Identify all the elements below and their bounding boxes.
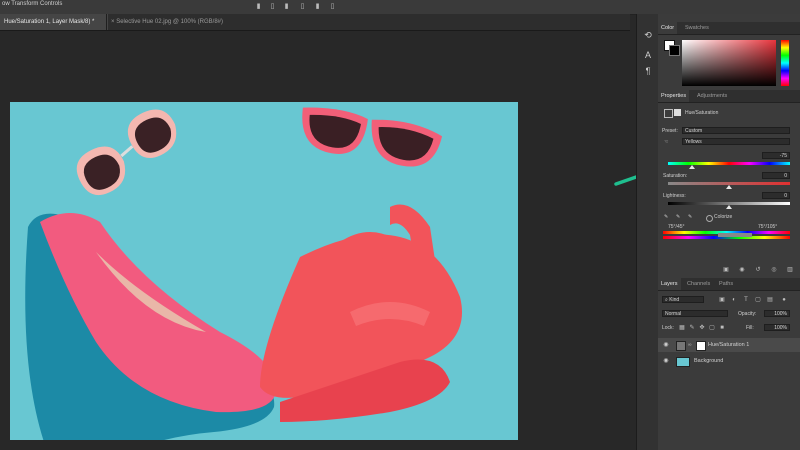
tool-strip: ⟲ A ¶ bbox=[636, 14, 660, 450]
lightness-value[interactable]: 0 bbox=[762, 192, 790, 199]
mask-icon[interactable] bbox=[674, 109, 681, 116]
options-bar: ow Transform Controls ▮ ▯ ▮ ▯ ▮ ▯ bbox=[0, 0, 800, 15]
layer-name: Background bbox=[694, 358, 724, 364]
opacity-field[interactable]: 100% bbox=[764, 310, 790, 317]
preset-label: Preset: bbox=[662, 128, 678, 134]
lock-all-icon[interactable]: ■ bbox=[718, 324, 726, 332]
lock-label: Lock: bbox=[662, 325, 674, 331]
blend-mode-dropdown[interactable]: Normal bbox=[662, 310, 728, 317]
pink-wedge-shoe bbox=[25, 213, 277, 440]
distribute-v-icon[interactable]: ▯ bbox=[328, 2, 337, 11]
lock-pixels-icon[interactable]: ✎ bbox=[688, 324, 696, 332]
eye-icon[interactable]: ◉ bbox=[662, 341, 670, 349]
eyedropper-icon[interactable]: ✎ bbox=[664, 214, 668, 220]
tab-properties[interactable]: Properties bbox=[658, 90, 690, 102]
saturation-label: Saturation: bbox=[663, 173, 688, 179]
fill-field[interactable]: 100% bbox=[764, 324, 790, 331]
delete-icon[interactable]: ▥ bbox=[786, 266, 794, 274]
properties-title: Hue/Saturation bbox=[685, 110, 719, 116]
layer-row[interactable]: ◉ ∞ Hue/Saturation 1 bbox=[658, 338, 800, 352]
tab-label: Hue/Saturation 1, Layer Mask/8) * bbox=[4, 19, 95, 25]
document-image[interactable] bbox=[10, 102, 518, 440]
paragraph-icon[interactable]: ¶ bbox=[641, 64, 655, 78]
history-icon[interactable]: ⟲ bbox=[641, 28, 655, 42]
right-panels: Color Swatches Properties Adjustments Hu… bbox=[658, 14, 800, 450]
distribute-h-icon[interactable]: ▮ bbox=[313, 2, 322, 11]
preset-dropdown[interactable]: Custom bbox=[682, 127, 790, 134]
lock-transparent-icon[interactable]: ▦ bbox=[678, 324, 686, 332]
tab-channels[interactable]: Channels bbox=[684, 278, 713, 290]
color-picker-field[interactable] bbox=[682, 40, 776, 86]
filter-type-icon[interactable]: T bbox=[742, 296, 750, 304]
align-center-icon[interactable]: ▯ bbox=[268, 2, 277, 11]
tab-paths[interactable]: Paths bbox=[716, 278, 736, 290]
tab-swatches[interactable]: Swatches bbox=[682, 22, 712, 34]
filter-smart-icon[interactable]: ▤ bbox=[766, 296, 774, 304]
properties-panel-tabs: Properties Adjustments bbox=[658, 90, 800, 103]
tab-label: Selective Hue 02.jpg @ 100% (RGB/8#) bbox=[116, 19, 223, 25]
tab-color[interactable]: Color bbox=[658, 22, 678, 34]
distribute-icon[interactable]: ▯ bbox=[298, 2, 307, 11]
hand-target-icon[interactable]: ☜ bbox=[664, 139, 668, 145]
search-icon: ⌕ bbox=[665, 297, 668, 303]
photo-content bbox=[25, 107, 462, 440]
filter-toggle-icon[interactable]: ● bbox=[780, 296, 788, 304]
saturation-value[interactable]: 0 bbox=[762, 172, 790, 179]
layer-name: Hue/Saturation 1 bbox=[708, 342, 750, 348]
channel-dropdown[interactable]: Yellows bbox=[682, 138, 790, 145]
color-panel-tabs: Color Swatches bbox=[658, 22, 800, 35]
layer-filter-dropdown[interactable]: ⌕ Kind bbox=[662, 296, 704, 303]
reset-icon[interactable]: ↺ bbox=[754, 266, 762, 274]
options-bar-label: ow Transform Controls bbox=[2, 1, 63, 7]
document-tab-bar: Hue/Saturation 1, Layer Mask/8) * × Sele… bbox=[0, 14, 630, 31]
opacity-label: Opacity: bbox=[738, 311, 757, 317]
tab-close-icon[interactable]: × bbox=[111, 19, 115, 25]
red-strap-shoe bbox=[260, 204, 462, 422]
hue-slider-track[interactable] bbox=[668, 162, 790, 165]
lightness-label: Lightness: bbox=[663, 193, 686, 199]
link-icon[interactable]: ∞ bbox=[688, 342, 694, 348]
range-right-label: 75°/105° bbox=[758, 224, 778, 230]
background-thumbnail bbox=[676, 357, 690, 367]
layers-panel-tabs: Layers Channels Paths bbox=[658, 278, 800, 291]
character-icon[interactable]: A bbox=[641, 48, 655, 62]
layer-row[interactable]: ◉ Background bbox=[658, 354, 800, 368]
filter-shape-icon[interactable]: ▢ bbox=[754, 296, 762, 304]
red-sunglasses bbox=[302, 107, 443, 167]
lock-position-icon[interactable]: ✥ bbox=[698, 324, 706, 332]
layer-mask-thumbnail[interactable] bbox=[696, 341, 706, 351]
clip-icon[interactable]: ▣ bbox=[722, 266, 730, 274]
color-range-slider[interactable] bbox=[718, 233, 752, 237]
filter-adjustment-icon[interactable]: ◐ bbox=[730, 296, 738, 304]
eyedropper-plus-icon[interactable]: ✎ bbox=[676, 214, 680, 220]
hue-slider[interactable] bbox=[781, 40, 789, 86]
adjustment-thumbnail bbox=[676, 341, 686, 351]
adjustment-layer-icon bbox=[664, 109, 673, 118]
eyedropper-minus-icon[interactable]: ✎ bbox=[688, 214, 692, 220]
saturation-slider-thumb[interactable] bbox=[726, 185, 732, 189]
lightness-slider-thumb[interactable] bbox=[726, 205, 732, 209]
align-right-icon[interactable]: ▮ bbox=[282, 2, 291, 11]
colorize-checkbox[interactable] bbox=[706, 215, 713, 222]
colorize-label: Colorize bbox=[714, 214, 733, 220]
view-previous-icon[interactable]: ◉ bbox=[738, 266, 746, 274]
background-color-swatch[interactable] bbox=[669, 45, 680, 56]
hue-slider-thumb[interactable] bbox=[689, 165, 695, 169]
lock-artboard-icon[interactable]: ▢ bbox=[708, 324, 716, 332]
tab-adjustments[interactable]: Adjustments bbox=[694, 90, 730, 102]
eye-icon[interactable]: ◉ bbox=[662, 357, 670, 365]
filter-pixel-icon[interactable]: ▣ bbox=[718, 296, 726, 304]
visibility-icon[interactable]: ◎ bbox=[770, 266, 778, 274]
tab-selective-hue[interactable]: × Selective Hue 02.jpg @ 100% (RGB/8#) bbox=[106, 14, 240, 30]
tab-hue-saturation[interactable]: Hue/Saturation 1, Layer Mask/8) * bbox=[0, 14, 108, 30]
range-left-label: 75°/45° bbox=[668, 224, 685, 230]
tab-layers[interactable]: Layers bbox=[658, 278, 681, 290]
fill-label: Fill: bbox=[746, 325, 754, 331]
hue-value[interactable]: -75 bbox=[762, 152, 790, 159]
align-left-icon[interactable]: ▮ bbox=[254, 2, 263, 11]
pink-sunglasses bbox=[76, 109, 177, 196]
